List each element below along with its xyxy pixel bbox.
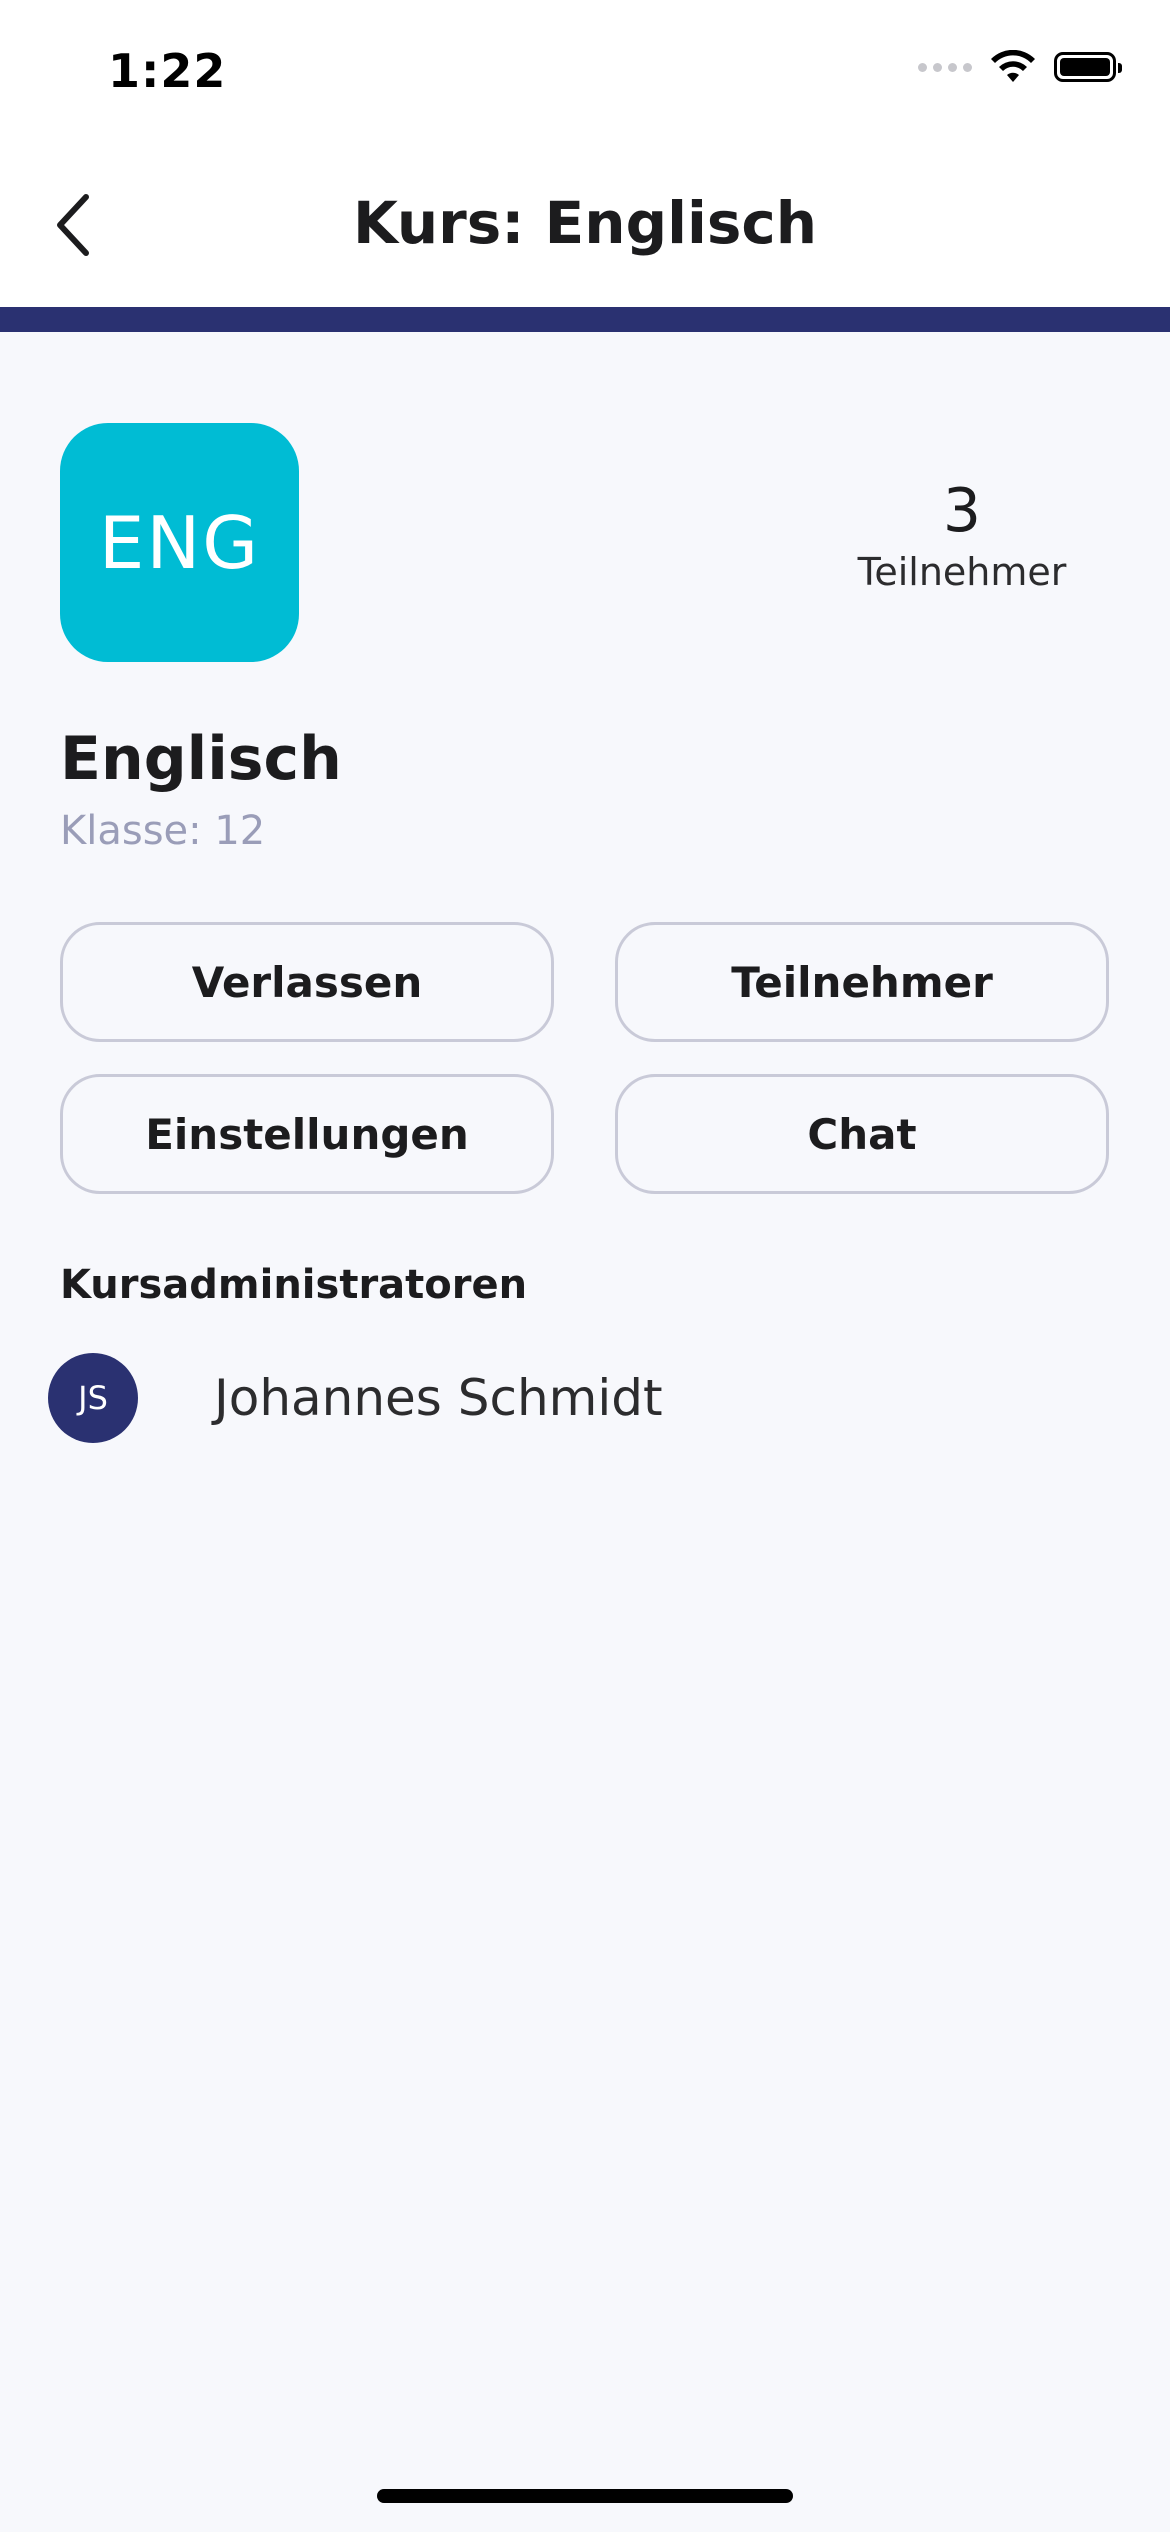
settings-button[interactable]: Einstellungen bbox=[60, 1074, 554, 1194]
admin-list-item[interactable]: JS Johannes Schmidt bbox=[48, 1352, 1118, 1444]
participants-button[interactable]: Teilnehmer bbox=[615, 922, 1109, 1042]
chat-button[interactable]: Chat bbox=[615, 1074, 1109, 1194]
wifi-icon bbox=[991, 50, 1035, 82]
signal-icon bbox=[918, 62, 972, 72]
battery-icon bbox=[1054, 52, 1122, 82]
course-logo: ENG bbox=[60, 423, 299, 662]
home-indicator bbox=[377, 2489, 793, 2503]
status-time: 1:22 bbox=[108, 44, 227, 98]
participants-stat: 3 Teilnehmer bbox=[842, 478, 1082, 594]
avatar: JS bbox=[48, 1353, 138, 1443]
status-icons bbox=[918, 50, 1122, 84]
course-class: Klasse: 12 bbox=[60, 808, 266, 854]
participants-label: Teilnehmer bbox=[857, 550, 1067, 594]
status-bar: 1:22 bbox=[0, 0, 1170, 145]
leave-button[interactable]: Verlassen bbox=[60, 922, 554, 1042]
participants-count: 3 bbox=[942, 476, 982, 546]
nav-accent-bar bbox=[0, 307, 1170, 332]
admins-heading: Kursadministratoren bbox=[60, 1262, 528, 1308]
course-name: Englisch bbox=[60, 724, 342, 794]
admin-name: Johannes Schmidt bbox=[214, 1369, 663, 1427]
page-title: Kurs: Englisch bbox=[352, 189, 818, 257]
navigation-bar: Kurs: Englisch bbox=[0, 145, 1170, 307]
